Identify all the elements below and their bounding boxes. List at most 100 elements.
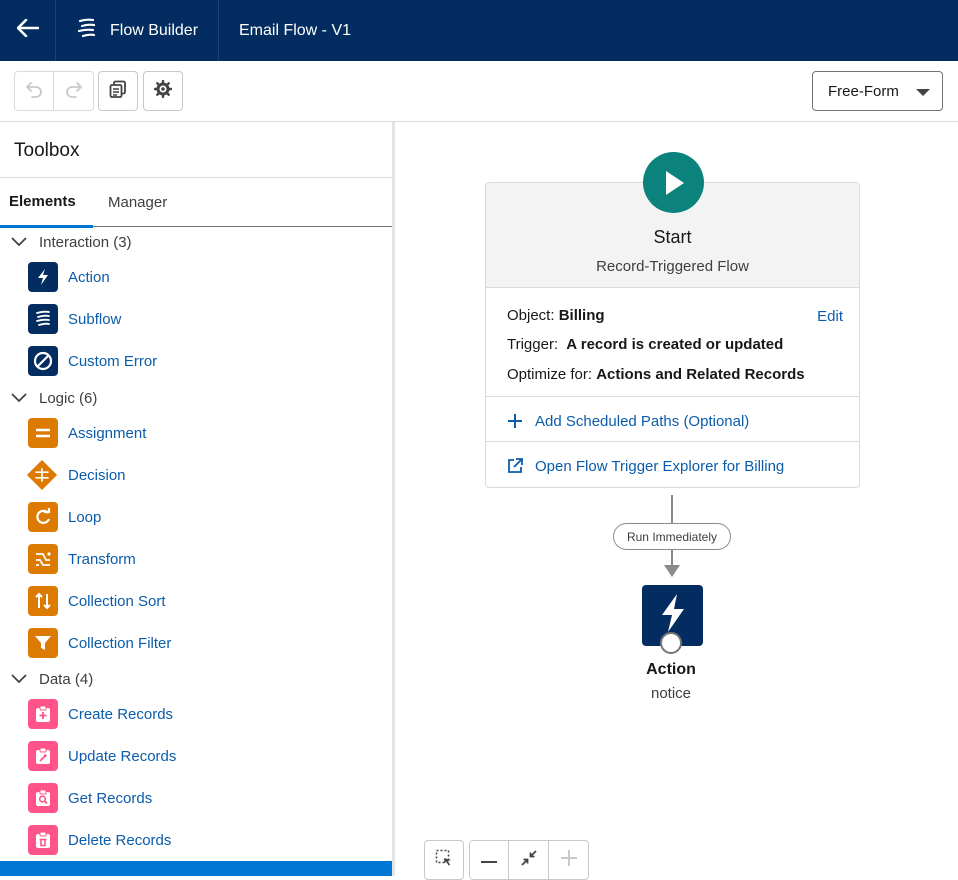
settings-group (143, 71, 183, 111)
ban-icon (28, 346, 58, 376)
plus-icon (560, 849, 578, 872)
connector-endpoint[interactable] (660, 632, 682, 654)
toolbox-item-label: Decision (68, 466, 126, 484)
external-link-icon (507, 458, 523, 474)
toolbox-item-label: Action (68, 268, 110, 286)
back-button[interactable] (0, 0, 56, 61)
start-title: Start (653, 227, 692, 247)
toolbox-item-action[interactable]: Action (28, 261, 110, 293)
divider (486, 396, 859, 397)
copy-group (98, 71, 138, 111)
undo-icon (25, 80, 43, 103)
record-lookup-icon (28, 783, 58, 813)
record-update-icon (28, 741, 58, 771)
section-label: Interaction (3) (39, 233, 132, 251)
trigger-label: Trigger: (507, 336, 559, 353)
toolbox-item-decision[interactable]: Decision (26, 459, 126, 491)
section-interaction[interactable]: Interaction (3) (10, 232, 132, 252)
start-play-icon[interactable] (643, 152, 704, 213)
toolbox-item-subflow[interactable]: Subflow (28, 303, 121, 335)
assignment-icon (28, 418, 58, 448)
sort-icon (28, 586, 58, 616)
connector-arrow (664, 565, 680, 577)
connector-label[interactable]: Run Immediately (613, 523, 731, 550)
optimize-value: Actions and Related Records (596, 366, 805, 383)
action-node-title: Action (646, 661, 696, 678)
toolbox-item-custom-error[interactable]: Custom Error (28, 345, 157, 377)
chevron-down-icon (10, 674, 28, 684)
edit-link[interactable]: Edit (817, 308, 843, 325)
flow-icon (28, 304, 58, 334)
record-delete-icon (28, 825, 58, 855)
open-trigger-explorer-label: Open Flow Trigger Explorer for Billing (535, 457, 785, 475)
object-value: Billing (558, 307, 605, 324)
decision-icon (26, 459, 58, 491)
marquee-select-button[interactable] (424, 840, 464, 880)
redo-button[interactable] (54, 71, 94, 111)
plus-icon (507, 413, 523, 429)
toolbox-item-delete-records[interactable]: Delete Records (28, 824, 171, 856)
zoom-out-button[interactable] (469, 840, 509, 880)
toolbox-item-label: Loop (68, 508, 102, 526)
chevron-down-icon (10, 237, 28, 247)
section-logic[interactable]: Logic (6) (10, 388, 97, 408)
toolbox-tabs: Elements Manager (0, 178, 392, 228)
start-object-row: Object: Billing (507, 307, 605, 324)
toolbox-item-assignment[interactable]: Assignment (28, 417, 146, 449)
undo-button[interactable] (14, 71, 54, 111)
app-title: Flow Builder (110, 21, 199, 39)
marquee-select-icon (435, 849, 453, 872)
flow-canvas[interactable]: Start Record-Triggered Flow Object: Bill… (395, 122, 958, 880)
toolbox-item-collection-filter[interactable]: Collection Filter (28, 627, 171, 659)
toolbox-item-label: Collection Sort (68, 592, 166, 610)
toolbox-title: Toolbox (14, 140, 80, 161)
add-scheduled-paths-link[interactable]: Add Scheduled Paths (Optional) (507, 410, 749, 432)
settings-button[interactable] (143, 71, 183, 111)
toolbox-item-get-records[interactable]: Get Records (28, 782, 152, 814)
zoom-group (469, 840, 589, 880)
optimize-label: Optimize for: (507, 366, 593, 383)
toolbox-item-collection-sort[interactable]: Collection Sort (28, 585, 166, 617)
app-header: Flow Builder Email Flow - V1 (0, 0, 958, 61)
section-label: Data (4) (39, 670, 94, 688)
action-node-subtitle: notice (650, 685, 692, 702)
toolbox-item-loop[interactable]: Loop (28, 501, 101, 533)
toolbar: Free-Form (0, 61, 958, 122)
zoom-in-button[interactable] (549, 840, 589, 880)
copy-button[interactable] (98, 71, 138, 111)
undo-redo-group (14, 71, 94, 111)
toolbox-item-label: Transform (68, 550, 136, 568)
record-create-icon (28, 699, 58, 729)
start-subtitle: Record-Triggered Flow (596, 258, 749, 275)
toolbox-panel: Toolbox Elements Manager Interaction (3)… (0, 122, 395, 876)
canvas-mode-select[interactable]: Free-Form (812, 71, 943, 111)
marquee-group (424, 840, 464, 880)
minus-icon (480, 851, 498, 869)
tab-elements[interactable]: Elements (0, 178, 93, 228)
toolbox-item-create-records[interactable]: Create Records (28, 698, 173, 730)
redo-icon (65, 80, 83, 103)
tab-manager[interactable]: Manager (108, 178, 167, 227)
filter-icon (28, 628, 58, 658)
divider (486, 441, 859, 442)
toolbox-item-label: Assignment (68, 424, 147, 442)
toolbox-item-label: Delete Records (68, 831, 172, 849)
trigger-value: A record is created or updated (566, 336, 784, 353)
flow-name: Email Flow - V1 (239, 21, 352, 39)
section-data[interactable]: Data (4) (10, 669, 93, 689)
section-label: Logic (6) (39, 389, 98, 407)
toolbox-item-label: Collection Filter (68, 634, 172, 652)
start-trigger-row: Trigger: A record is created or updated (507, 336, 783, 353)
start-optimize-row: Optimize for: Actions and Related Record… (507, 366, 805, 383)
toolbox-item-transform[interactable]: Transform (28, 543, 136, 575)
open-trigger-explorer-link[interactable]: Open Flow Trigger Explorer for Billing (507, 455, 784, 477)
fit-view-button[interactable] (509, 840, 549, 880)
toolbox-item-label: Subflow (68, 310, 122, 328)
chevron-down-icon (10, 393, 28, 403)
toolbox-item-update-records[interactable]: Update Records (28, 740, 176, 772)
start-element[interactable]: Start Record-Triggered Flow Object: Bill… (485, 152, 860, 488)
toolbox-item-label: Update Records (68, 747, 177, 765)
lightning-icon (28, 262, 58, 292)
arrow-left-icon (16, 18, 39, 42)
selected-row-highlight[interactable] (0, 861, 392, 876)
